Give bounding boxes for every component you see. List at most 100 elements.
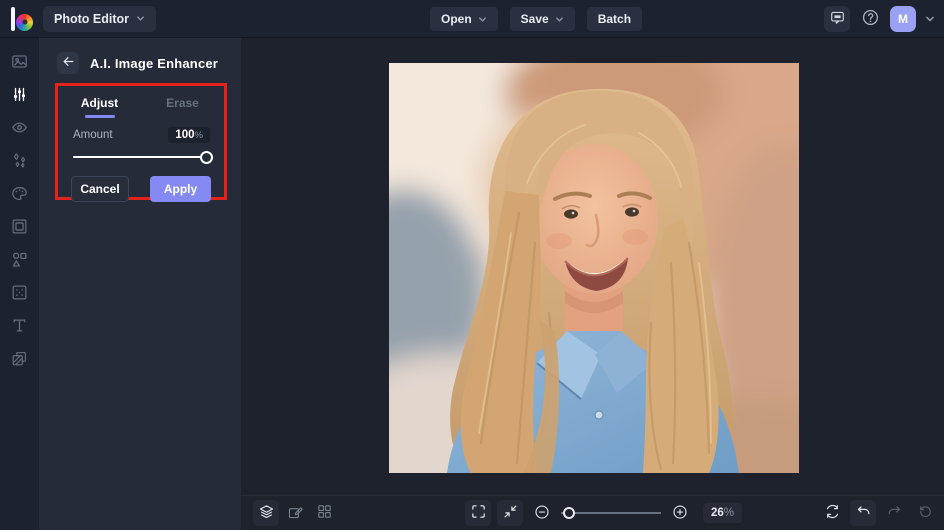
tab-adjust[interactable]: Adjust bbox=[58, 92, 141, 118]
active-tab-underline bbox=[84, 115, 115, 118]
canvas-bottombar: 26% bbox=[241, 495, 944, 530]
undo-button[interactable] bbox=[850, 500, 876, 526]
zoom-percent-field[interactable]: 26% bbox=[703, 503, 743, 523]
save-button[interactable]: Save bbox=[509, 7, 575, 31]
layers-icon bbox=[258, 503, 275, 523]
app-menu-button[interactable]: Photo Editor bbox=[43, 5, 156, 32]
image-edit-icon bbox=[10, 52, 29, 74]
amount-label: Amount bbox=[73, 128, 113, 141]
grid-icon bbox=[316, 503, 333, 523]
fit-screen-button[interactable] bbox=[465, 500, 491, 526]
feedback-button[interactable] bbox=[824, 6, 850, 32]
sidebar-item-edit[interactable] bbox=[7, 51, 31, 75]
amount-slider[interactable] bbox=[73, 150, 213, 165]
tab-erase-label: Erase bbox=[166, 96, 199, 110]
open-label: Open bbox=[441, 12, 472, 26]
sidebar-item-artsy[interactable] bbox=[7, 183, 31, 207]
befunky-logo[interactable] bbox=[11, 6, 33, 31]
topbar: Photo Editor Open Save Batch M bbox=[0, 0, 944, 38]
batch-button[interactable]: Batch bbox=[586, 7, 643, 31]
panel-title: A.I. Image Enhancer bbox=[90, 55, 219, 71]
editor-canvas: 26% bbox=[241, 38, 944, 530]
back-button[interactable] bbox=[57, 52, 79, 74]
tab-adjust-label: Adjust bbox=[80, 96, 119, 110]
amount-value: 100 bbox=[175, 128, 195, 141]
zoom-slider-track[interactable] bbox=[561, 512, 661, 514]
question-circle-icon bbox=[861, 8, 880, 30]
zoom-unit: % bbox=[723, 507, 735, 519]
collapse-arrows-icon bbox=[502, 503, 519, 523]
chevron-down-icon bbox=[925, 14, 935, 24]
touchup-eye-icon bbox=[10, 118, 29, 140]
bottombar-right bbox=[819, 500, 938, 526]
graphics-shapes-icon bbox=[10, 250, 29, 272]
chevron-down-icon bbox=[555, 15, 564, 24]
account-menu-chevron[interactable] bbox=[923, 6, 937, 32]
save-label: Save bbox=[520, 12, 549, 26]
apply-button[interactable]: Apply bbox=[150, 175, 211, 202]
open-button[interactable]: Open bbox=[430, 7, 498, 31]
zoom-slider-handle[interactable] bbox=[563, 506, 575, 519]
fullscreen-icon bbox=[470, 503, 487, 523]
logo-color-wheel bbox=[16, 13, 33, 31]
arrow-left-icon bbox=[62, 55, 75, 71]
sidebar-item-adjust[interactable] bbox=[7, 84, 31, 108]
amount-unit: % bbox=[194, 129, 203, 141]
effects-sparkles-icon bbox=[10, 151, 29, 173]
panel-header: A.I. Image Enhancer bbox=[39, 38, 241, 74]
tab-underline bbox=[168, 115, 198, 118]
chevron-down-icon bbox=[136, 14, 145, 23]
zoom-slider[interactable] bbox=[561, 505, 661, 521]
sidebar-item-textures[interactable] bbox=[7, 348, 31, 372]
topbar-right-actions: M bbox=[824, 0, 937, 38]
zoom-value: 26 bbox=[711, 507, 724, 519]
zoom-out-button[interactable] bbox=[529, 500, 555, 526]
redo-icon bbox=[886, 503, 903, 523]
portrait-photo[interactable] bbox=[389, 63, 799, 473]
zoom-out-icon bbox=[533, 503, 551, 524]
amount-slider-track[interactable] bbox=[73, 156, 209, 158]
photo-editor-app: Photo Editor Open Save Batch M A.I. Imag… bbox=[0, 0, 944, 530]
sidebar-item-text[interactable] bbox=[7, 315, 31, 339]
zoom-in-button[interactable] bbox=[667, 500, 693, 526]
redo-button[interactable] bbox=[881, 500, 907, 526]
frames-icon bbox=[10, 217, 29, 239]
sidebar-item-overlays[interactable] bbox=[7, 282, 31, 306]
grid-view-button[interactable] bbox=[311, 500, 337, 526]
amount-value-field[interactable]: 100% bbox=[168, 126, 210, 143]
help-button[interactable] bbox=[857, 6, 883, 32]
text-icon bbox=[10, 316, 29, 338]
app-menu-label: Photo Editor bbox=[54, 11, 129, 26]
panel-buttons: Cancel Apply bbox=[71, 175, 211, 202]
tab-erase[interactable]: Erase bbox=[141, 92, 224, 118]
reset-image-button[interactable] bbox=[819, 500, 845, 526]
sidebar-item-frames[interactable] bbox=[7, 216, 31, 240]
adjust-sliders-icon bbox=[10, 85, 29, 107]
layers-button[interactable] bbox=[253, 500, 279, 526]
tools-sidebar bbox=[0, 38, 38, 530]
avatar-initial: M bbox=[898, 12, 908, 26]
topbar-center-actions: Open Save Batch bbox=[430, 0, 643, 38]
fit-image-button[interactable] bbox=[497, 500, 523, 526]
logo-stem bbox=[11, 6, 15, 31]
zoom-in-icon bbox=[671, 503, 689, 524]
annotation-red-box: Adjust Erase Amount 100% Cancel Apply bbox=[55, 83, 227, 202]
sidebar-item-touchup[interactable] bbox=[7, 117, 31, 141]
overlays-icon bbox=[10, 283, 29, 305]
chat-bubble-icon bbox=[829, 9, 846, 29]
amount-slider-handle[interactable] bbox=[200, 150, 213, 164]
chevron-down-icon bbox=[478, 15, 487, 24]
canvas-edit-button[interactable] bbox=[282, 500, 308, 526]
ai-image-enhancer-panel: A.I. Image Enhancer Adjust Erase Amount … bbox=[38, 38, 241, 530]
bottombar-left bbox=[253, 500, 337, 526]
sidebar-item-graphics[interactable] bbox=[7, 249, 31, 273]
sidebar-item-effects[interactable] bbox=[7, 150, 31, 174]
textures-icon bbox=[10, 349, 29, 371]
history-reset-button[interactable] bbox=[912, 500, 938, 526]
sync-arrows-icon bbox=[824, 503, 841, 523]
canvas-edit-icon bbox=[287, 503, 304, 523]
tab-bar: Adjust Erase bbox=[58, 92, 224, 118]
batch-label: Batch bbox=[597, 12, 632, 26]
user-avatar[interactable]: M bbox=[890, 6, 916, 32]
cancel-button[interactable]: Cancel bbox=[71, 175, 129, 202]
